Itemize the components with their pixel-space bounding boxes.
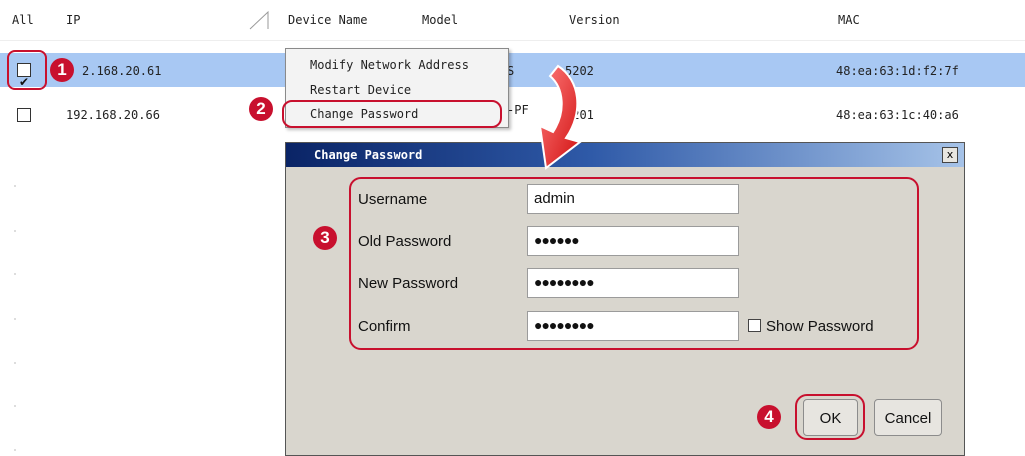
table-header: All IP Device Name Model Version MAC: [0, 0, 1025, 41]
row-ip: 192.168.20.66: [66, 108, 160, 122]
grid-dot: [14, 273, 16, 275]
row-mac: 48:ea:63:1c:40:a6: [836, 108, 959, 122]
curved-arrow-icon: [538, 64, 583, 170]
step-badge-2: 2: [249, 97, 273, 121]
col-model[interactable]: Model: [422, 13, 458, 27]
dialog-title: Change Password: [314, 148, 423, 162]
step-badge-3: 3: [313, 226, 337, 250]
annotation-ring-checkbox: [7, 50, 47, 90]
step-badge-4: 4: [757, 405, 781, 429]
close-button[interactable]: x: [942, 147, 958, 163]
annotation-ring-ok: [795, 394, 865, 440]
row-ip: 2.168.20.61: [82, 64, 162, 78]
row-mac: 48:ea:63:1d:f2:7f: [836, 64, 959, 78]
col-all[interactable]: All: [12, 13, 34, 27]
col-ip[interactable]: IP: [66, 13, 80, 27]
grid-dot: [14, 318, 16, 320]
grid-dot: [14, 405, 16, 407]
grid-dot: [14, 185, 16, 187]
grid-dot: [14, 230, 16, 232]
annotation-ring-form: [349, 177, 919, 350]
menu-item-restart-device[interactable]: Restart Device: [310, 83, 411, 97]
cancel-button[interactable]: Cancel: [874, 399, 942, 436]
step-badge-1: 1: [50, 58, 74, 82]
annotation-ring-change-password: [282, 100, 502, 128]
grid-dot: [14, 362, 16, 364]
col-mac[interactable]: MAC: [838, 13, 860, 27]
sort-divider-icon: [249, 10, 269, 30]
col-device-name[interactable]: Device Name: [288, 13, 367, 27]
menu-item-modify-network-address[interactable]: Modify Network Address: [310, 58, 469, 72]
grid-dot: [14, 449, 16, 451]
row-checkbox[interactable]: [17, 108, 31, 122]
col-version[interactable]: Version: [569, 13, 620, 27]
dialog-title-bar[interactable]: Change Password x: [286, 143, 964, 167]
